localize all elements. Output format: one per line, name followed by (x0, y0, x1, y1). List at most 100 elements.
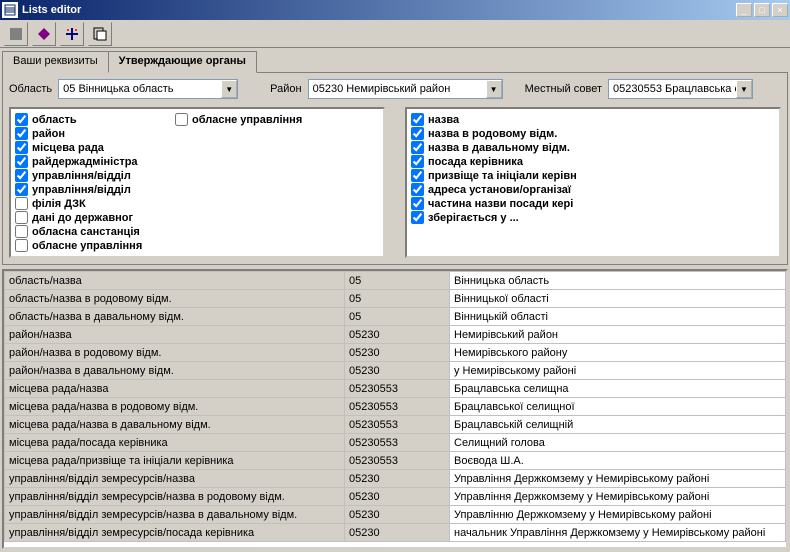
chk-oblast[interactable]: область (15, 113, 145, 126)
close-button[interactable]: × (772, 3, 788, 17)
chk-oblupr[interactable]: обласне управління (15, 239, 145, 252)
cell-code: 05 (345, 290, 450, 308)
cell-code: 05 (345, 272, 450, 290)
cell-path: район/назва в родовому відм. (5, 344, 345, 362)
cell-code: 05230 (345, 470, 450, 488)
oblast-value: 05 Вінницька область (59, 83, 221, 95)
cell-code: 05230 (345, 524, 450, 542)
data-table-wrap[interactable]: область/назва05Вінницька областьобласть/… (2, 269, 788, 549)
cell-value: Вінницької області (450, 290, 786, 308)
tab-approving-authorities[interactable]: Утверждающие органы (108, 51, 257, 73)
council-value: 05230553 Брацлавська се (609, 83, 736, 95)
chk-position[interactable]: посада керівника (411, 155, 577, 168)
tab-your-details[interactable]: Ваши реквизиты (2, 51, 109, 73)
chk-statedata[interactable]: дані до державног (15, 211, 145, 224)
cell-code: 05230 (345, 326, 450, 344)
cell-path: місцева рада/посада керівника (5, 434, 345, 452)
cell-value: Воєвода Ш.А. (450, 452, 786, 470)
titlebar: Lists editor _ □ × (0, 0, 790, 20)
checkbox-area: область район місцева рада райдержадміні… (9, 107, 781, 258)
cell-value: начальник Управління Держкомзему у Немир… (450, 524, 786, 542)
cell-code: 05230 (345, 362, 450, 380)
cell-value: Брацлавській селищній (450, 416, 786, 434)
data-table: область/назва05Вінницька областьобласть/… (4, 271, 786, 542)
oblast-combo[interactable]: 05 Вінницька область▼ (58, 79, 238, 99)
cell-path: область/назва (5, 272, 345, 290)
cell-path: місцева рада/назва в давальному відм. (5, 416, 345, 434)
table-row[interactable]: область/назва в родовому відм.05Вінницьк… (5, 290, 786, 308)
district-label: Район (270, 83, 301, 95)
cell-value: Немирівського району (450, 344, 786, 362)
maximize-button[interactable]: □ (754, 3, 770, 17)
chk-address[interactable]: адреса установи/організаї (411, 183, 577, 196)
table-row[interactable]: місцева рада/назва05230553Брацлавська се… (5, 380, 786, 398)
cell-path: область/назва в давальному відм. (5, 308, 345, 326)
cell-value: Управлінню Держкомзему у Немирівському р… (450, 506, 786, 524)
cell-value: Брацлавської селищної (450, 398, 786, 416)
cell-value: Селищний голова (450, 434, 786, 452)
cell-code: 05230553 (345, 380, 450, 398)
table-row[interactable]: управління/відділ земресурсів/назва в да… (5, 506, 786, 524)
cell-code: 05230553 (345, 416, 450, 434)
tool-btn-1[interactable] (4, 22, 28, 46)
table-row[interactable]: місцева рада/назва в родовому відм.05230… (5, 398, 786, 416)
district-value: 05230 Немирівський район (309, 83, 486, 95)
table-row[interactable]: район/назва05230Немирівський район (5, 326, 786, 344)
cell-path: управління/відділ земресурсів/назва в да… (5, 506, 345, 524)
tool-btn-2[interactable] (32, 22, 56, 46)
cell-code: 05230553 (345, 452, 450, 470)
cell-value: Немирівський район (450, 326, 786, 344)
app-icon (2, 2, 18, 18)
district-combo[interactable]: 05230 Немирівський район▼ (308, 79, 503, 99)
table-row[interactable]: місцева рада/назва в давальному відм.052… (5, 416, 786, 434)
table-row[interactable]: район/назва в родовому відм.05230Немирів… (5, 344, 786, 362)
cell-value: Брацлавська селищна (450, 380, 786, 398)
chk-district[interactable]: район (15, 127, 145, 140)
cell-code: 05230 (345, 344, 450, 362)
table-row[interactable]: управління/відділ земресурсів/назва в ро… (5, 488, 786, 506)
cell-value: Вінницька область (450, 272, 786, 290)
chk-dept1[interactable]: управління/відділ (15, 169, 145, 182)
table-row[interactable]: район/назва в давальному відм.05230у Нем… (5, 362, 786, 380)
table-row[interactable]: область/назва в давальному відм.05Вінниц… (5, 308, 786, 326)
chk-dept2[interactable]: управління/відділ (15, 183, 145, 196)
council-label: Местный совет (525, 83, 602, 95)
chk-posname[interactable]: частина назви посади кері (411, 197, 577, 210)
council-combo[interactable]: 05230553 Брацлавська се▼ (608, 79, 753, 99)
chk-name-gen[interactable]: назва в родовому відм. (411, 127, 577, 140)
minimize-button[interactable]: _ (736, 3, 752, 17)
chk-name[interactable]: назва (411, 113, 577, 126)
chk-surname[interactable]: призвіще та ініціали керівн (411, 169, 577, 182)
cell-code: 05230 (345, 506, 450, 524)
left-check-panel: область район місцева рада райдержадміні… (9, 107, 385, 258)
cell-path: управління/відділ земресурсів/назва в ро… (5, 488, 345, 506)
tab-bar: Ваши реквизиты Утверждающие органы (0, 50, 790, 72)
cell-path: область/назва в родовому відм. (5, 290, 345, 308)
cell-value: у Немирівському районі (450, 362, 786, 380)
chk-obl-dept[interactable]: обласне управління (175, 113, 302, 126)
chk-dzk[interactable]: філія ДЗК (15, 197, 145, 210)
table-row[interactable]: місцева рада/призвіще та ініціали керівн… (5, 452, 786, 470)
chk-sanstation[interactable]: обласна санстанція (15, 225, 145, 238)
chk-raiadmin[interactable]: райдержадміністра (15, 155, 145, 168)
right-check-panel: назва назва в родовому відм. назва в дав… (405, 107, 781, 258)
table-row[interactable]: управління/відділ земресурсів/посада кер… (5, 524, 786, 542)
chevron-down-icon[interactable]: ▼ (486, 80, 502, 98)
chk-name-dat[interactable]: назва в давальному відм. (411, 141, 577, 154)
chk-stored[interactable]: зберігається у ... (411, 211, 577, 224)
cell-value: Управління Держкомзему у Немирівському р… (450, 488, 786, 506)
table-row[interactable]: управління/відділ земресурсів/назва05230… (5, 470, 786, 488)
cell-path: район/назва (5, 326, 345, 344)
table-row[interactable]: область/назва05Вінницька область (5, 272, 786, 290)
selector-row: Область 05 Вінницька область▼ Район 0523… (9, 79, 781, 99)
chevron-down-icon[interactable]: ▼ (736, 80, 752, 98)
table-row[interactable]: місцева рада/посада керівника05230553Сел… (5, 434, 786, 452)
chevron-down-icon[interactable]: ▼ (221, 80, 237, 98)
oblast-label: Область (9, 83, 52, 95)
tool-btn-3[interactable] (60, 22, 84, 46)
tool-btn-4[interactable] (88, 22, 112, 46)
cell-code: 05230 (345, 488, 450, 506)
chk-local-council[interactable]: місцева рада (15, 141, 145, 154)
cell-code: 05 (345, 308, 450, 326)
cell-path: район/назва в давальному відм. (5, 362, 345, 380)
